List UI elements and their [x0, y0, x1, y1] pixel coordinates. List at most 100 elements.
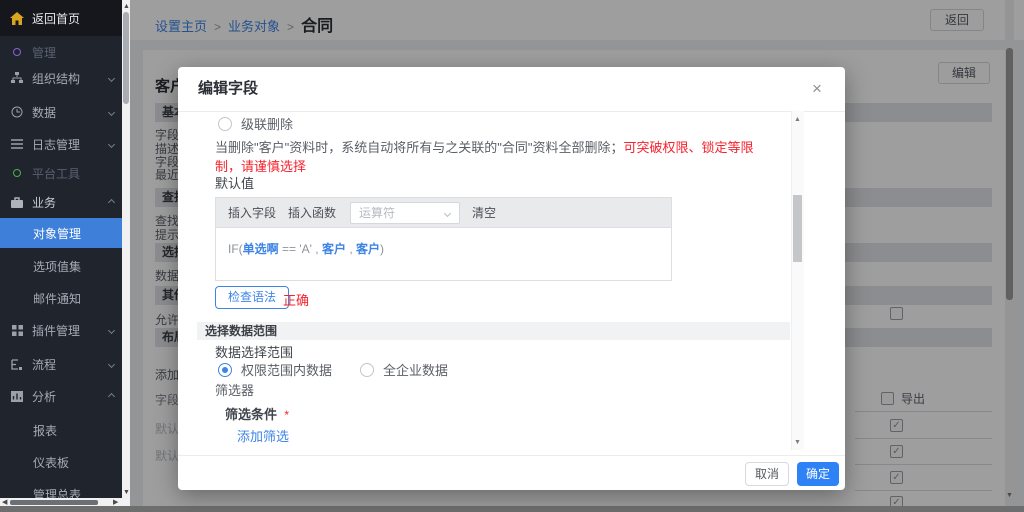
radio-option-all-enterprise[interactable]: 全企业数据 [383, 360, 448, 379]
chevron-down-icon [108, 326, 115, 333]
formula-field-token[interactable]: 单选啊 [243, 242, 279, 256]
operator-select-placeholder: 运算符 [359, 206, 395, 220]
chevron-down-icon [108, 74, 115, 81]
required-asterisk: * [284, 408, 289, 422]
sidebar: 返回首页 管理 组织结构 数据 日志管理 [0, 0, 122, 512]
insert-function-button[interactable]: 插入函数 [288, 204, 336, 221]
formula-field-token[interactable]: 客户 [322, 242, 346, 256]
scroll-down-icon[interactable] [123, 489, 130, 496]
divider [178, 111, 845, 112]
confirm-button[interactable]: 确定 [797, 462, 839, 486]
clock-icon [10, 105, 24, 119]
grid-icon [10, 323, 24, 337]
app-window: 设置主页>业务对象>合同 返回 客户2 编辑 基本信息 查找信息 选择数据 其他… [0, 0, 1024, 512]
sidebar-item-workflow[interactable]: 流程 [0, 350, 122, 378]
sidebar-item-label: 业务 [32, 194, 56, 211]
sidebar-item-org-structure[interactable]: 组织结构 [0, 64, 122, 92]
sidebar-item-label: 流程 [32, 356, 56, 373]
sidebar-item-data[interactable]: 数据 [0, 98, 122, 126]
chevron-down-icon [108, 108, 115, 115]
syntax-result-text: 正确 [283, 290, 309, 309]
sidebar-item-label: 选项值集 [33, 258, 81, 275]
cascade-delete-label: 级联删除 [241, 114, 293, 133]
scroll-down-icon[interactable] [1006, 492, 1013, 499]
chevron-up-icon [108, 392, 115, 399]
sidebar-item-label: 插件管理 [32, 322, 80, 339]
dialog-scrollbar-track[interactable] [791, 111, 804, 450]
add-filter-link[interactable]: 添加筛选 [237, 426, 289, 445]
dialog-scrollbar-thumb[interactable] [793, 195, 802, 262]
home-icon [10, 11, 24, 25]
formula-separator: , [346, 242, 356, 256]
sidebar-item-label: 数据 [32, 104, 56, 121]
formula-toolbar: 插入字段 插入函数 运算符 清空 [215, 197, 672, 227]
scroll-left-icon[interactable] [2, 499, 7, 506]
circle-icon [10, 166, 24, 180]
page-horizontal-scrollbar[interactable] [0, 506, 1024, 512]
data-range-label: 数据选择范围 [215, 342, 293, 361]
scroll-up-icon[interactable] [123, 3, 130, 10]
radio-icon[interactable] [360, 363, 374, 377]
list-icon [10, 137, 24, 151]
sidebar-item-label: 分析 [32, 388, 56, 405]
cascade-delete-option[interactable]: 级联删除 [218, 114, 293, 133]
briefcase-icon [10, 195, 24, 209]
scroll-down-icon[interactable] [794, 439, 801, 446]
sidebar-home[interactable]: 返回首页 [0, 0, 122, 36]
edit-field-dialog: 编辑字段 × 级联删除 当删除"客户"资料时，系统自动将所有与之关联的"合同"资… [178, 67, 845, 490]
formula-close-paren: ) [380, 242, 384, 256]
cascade-delete-description: 当删除"客户"资料时，系统自动将所有与之关联的"合同"资料全部删除；可突破权限、… [215, 137, 775, 175]
insert-field-button[interactable]: 插入字段 [228, 204, 276, 221]
sidebar-item-mail-notification[interactable]: 邮件通知 [0, 284, 122, 312]
sidebar-item-label: 报表 [33, 422, 57, 439]
sidebar-item-report[interactable]: 报表 [0, 416, 122, 444]
sidebar-home-label: 返回首页 [32, 10, 80, 27]
chevron-down-icon [108, 360, 115, 367]
formula-field-token[interactable]: 客户 [356, 242, 380, 256]
sidebar-item-dashboard[interactable]: 仪表板 [0, 448, 122, 476]
sidebar-item-label: 平台工具 [32, 165, 80, 182]
scroll-up-icon[interactable] [794, 116, 801, 123]
sidebar-scrollbar-thumb[interactable] [123, 12, 129, 104]
sidebar-item-label: 管理 [32, 44, 56, 61]
operator-select[interactable]: 运算符 [350, 202, 460, 224]
check-syntax-button[interactable]: 检查语法 [215, 286, 289, 309]
sidebar-item-label: 日志管理 [32, 136, 80, 153]
sidebar-item-option-value-set[interactable]: 选项值集 [0, 252, 122, 280]
sidebar-item-label: 对象管理 [33, 225, 81, 242]
radio-icon[interactable] [218, 117, 232, 131]
clear-button[interactable]: 清空 [472, 204, 496, 221]
chart-icon [10, 389, 24, 403]
select-data-range-header: 选择数据范围 [197, 322, 790, 340]
formula-editor[interactable]: IF(单选啊 == 'A' , 客户 , 客户) [215, 227, 672, 281]
sidebar-item-log-management[interactable]: 日志管理 [0, 130, 122, 158]
sidebar-item-object-management[interactable]: 对象管理 [0, 218, 122, 248]
chevron-up-icon [108, 198, 115, 205]
scroll-right-icon[interactable] [113, 499, 118, 506]
sidebar-item-analysis[interactable]: 分析 [0, 382, 122, 410]
filter-condition-label: 筛选条件 [225, 407, 277, 422]
sidebar-item-business[interactable]: 业务 [0, 188, 122, 216]
sidebar-item-label: 邮件通知 [33, 290, 81, 307]
sidebar-item-label: 仪表板 [33, 454, 69, 471]
formula-operator: == 'A' , [279, 242, 322, 256]
close-icon[interactable]: × [805, 77, 829, 101]
cancel-button[interactable]: 取消 [745, 462, 789, 486]
formula-function: IF( [228, 242, 243, 256]
radio-option-permission-scope[interactable]: 权限范围内数据 [241, 360, 332, 379]
default-value-label: 默认值 [215, 173, 254, 192]
sidebar-item-plugin-management[interactable]: 插件管理 [0, 316, 122, 344]
chevron-down-icon [444, 209, 451, 216]
sidebar-hscrollbar-thumb[interactable] [10, 500, 98, 505]
radio-selected-icon[interactable] [218, 363, 232, 377]
data-range-radio-group: 权限范围内数据 全企业数据 [218, 360, 448, 379]
circle-icon [10, 45, 24, 59]
dialog-title: 编辑字段 [198, 67, 258, 111]
filter-label: 筛选器 [215, 380, 254, 399]
org-tree-icon [10, 71, 24, 85]
sidebar-item-admin[interactable]: 管理 [0, 38, 122, 66]
sidebar-item-label: 组织结构 [32, 70, 80, 87]
sidebar-item-platform-tools[interactable]: 平台工具 [0, 159, 122, 187]
chevron-down-icon [108, 140, 115, 147]
flow-icon [10, 357, 24, 371]
